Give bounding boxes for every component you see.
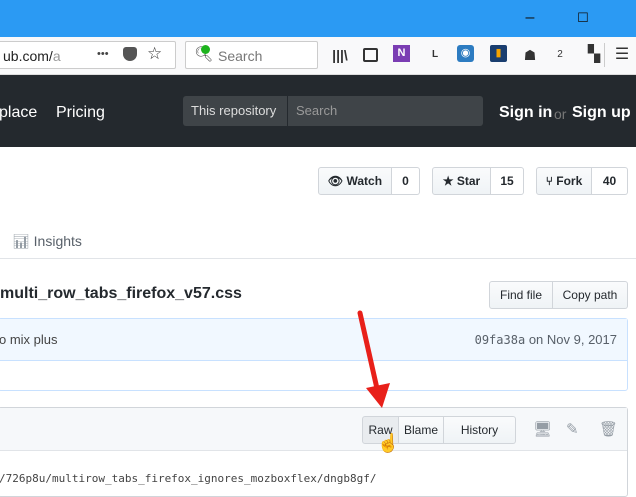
star-label: Star	[456, 174, 481, 188]
watch-button[interactable]: 👁︎ Watch	[318, 167, 392, 195]
insights-label: Insights	[33, 233, 82, 249]
commit-box: o mix plus 09fa38a on Nov 9, 2017	[0, 318, 628, 391]
tabs-divider	[0, 258, 636, 259]
arrow-head	[366, 383, 390, 408]
arrow-shaft	[357, 310, 381, 396]
graph-icon: 📊︎	[12, 233, 30, 249]
eye-icon: 👁︎	[327, 174, 344, 188]
browser-toolbar: ub.com/a ••• ☆ 🔍︎ Search |||\ N L ◉ ▮ ☗ …	[0, 37, 636, 75]
add-engine-icon	[201, 45, 210, 54]
toolbar-divider	[604, 43, 605, 67]
lastpass-icon[interactable]: L	[425, 45, 445, 65]
minimize-button[interactable]: –	[515, 6, 545, 30]
notification-count: 2	[557, 49, 563, 60]
or-text: or	[554, 106, 567, 122]
file-path: multi_row_tabs_firefox_v57.css	[0, 285, 242, 302]
fork-count[interactable]: 40	[592, 167, 628, 195]
blame-button[interactable]: Blame	[399, 416, 444, 444]
extensions-icon[interactable]: ▚	[584, 45, 604, 65]
library-icon[interactable]: |||\	[330, 45, 350, 65]
browser-search-input[interactable]: 🔍︎ Search	[185, 41, 318, 69]
commit-sha[interactable]: 09fa38a	[475, 333, 526, 347]
star-button[interactable]: ★ Star	[432, 167, 491, 195]
pocket-icon[interactable]	[123, 47, 137, 61]
history-button[interactable]: History	[444, 416, 516, 444]
github-header: place Pricing This repository Search Sig…	[0, 75, 636, 147]
fork-button[interactable]: ⑂ Fork	[536, 167, 592, 195]
commit-tease: o mix plus 09fa38a on Nov 9, 2017	[0, 319, 627, 361]
menu-icon[interactable]: ☰	[612, 45, 632, 65]
sidebar-icon[interactable]	[363, 48, 378, 62]
window-titlebar: – ☐	[0, 0, 636, 37]
sign-up-link[interactable]: Sign up	[572, 104, 631, 122]
feed-icon[interactable]: ◉	[457, 45, 474, 62]
commit-message[interactable]: o mix plus	[0, 332, 58, 347]
onenote-icon[interactable]: N	[393, 45, 410, 62]
maximize-button[interactable]: ☐	[568, 6, 598, 30]
watch-count[interactable]: 0	[392, 167, 420, 195]
code-line: /726p8u/multirow_tabs_firefox_ignores_mo…	[0, 472, 377, 485]
pencil-icon[interactable]: ✎	[566, 420, 579, 438]
bookmark-star-icon[interactable]: ☆	[147, 44, 162, 64]
nav-marketplace[interactable]: place	[0, 104, 37, 122]
watch-label: Watch	[346, 174, 383, 188]
stats-icon[interactable]: ▮	[490, 45, 507, 62]
sign-in-link[interactable]: Sign in	[499, 104, 552, 122]
star-count[interactable]: 15	[491, 167, 524, 195]
url-text: ub.com/	[3, 48, 53, 64]
github-search-input[interactable]: Search	[287, 96, 483, 126]
find-file-button[interactable]: Find file	[489, 281, 553, 309]
url-text-faded: a	[52, 48, 61, 64]
ghostery-icon[interactable]: ☗	[520, 45, 540, 65]
fork-label: Fork	[556, 174, 583, 188]
commit-date: on Nov 9, 2017	[528, 332, 617, 347]
search-scope[interactable]: This repository	[183, 96, 287, 126]
url-bar[interactable]: ub.com/a ••• ☆	[0, 41, 176, 69]
copy-path-button[interactable]: Copy path	[553, 281, 628, 309]
trash-icon[interactable]: 🗑︎	[599, 420, 618, 438]
fork-icon: ⑂	[545, 174, 553, 188]
hand-cursor-icon: ☝	[377, 433, 400, 453]
file-box: Raw Blame History 🖥︎ ✎ 🗑︎ /726p8u/multir…	[0, 407, 628, 497]
file-header: Raw Blame History 🖥︎ ✎ 🗑︎	[0, 408, 627, 451]
search-placeholder: Search	[218, 48, 263, 64]
desktop-icon[interactable]: 🖥︎	[533, 420, 552, 438]
tab-insights[interactable]: 📊︎ Insights	[12, 233, 82, 250]
red-arrow-annotation	[357, 310, 390, 408]
star-icon: ★	[442, 174, 454, 188]
notification-icon[interactable]: 2	[550, 45, 570, 65]
nav-pricing[interactable]: Pricing	[56, 104, 105, 122]
page-actions-icon[interactable]: •••	[97, 48, 109, 60]
